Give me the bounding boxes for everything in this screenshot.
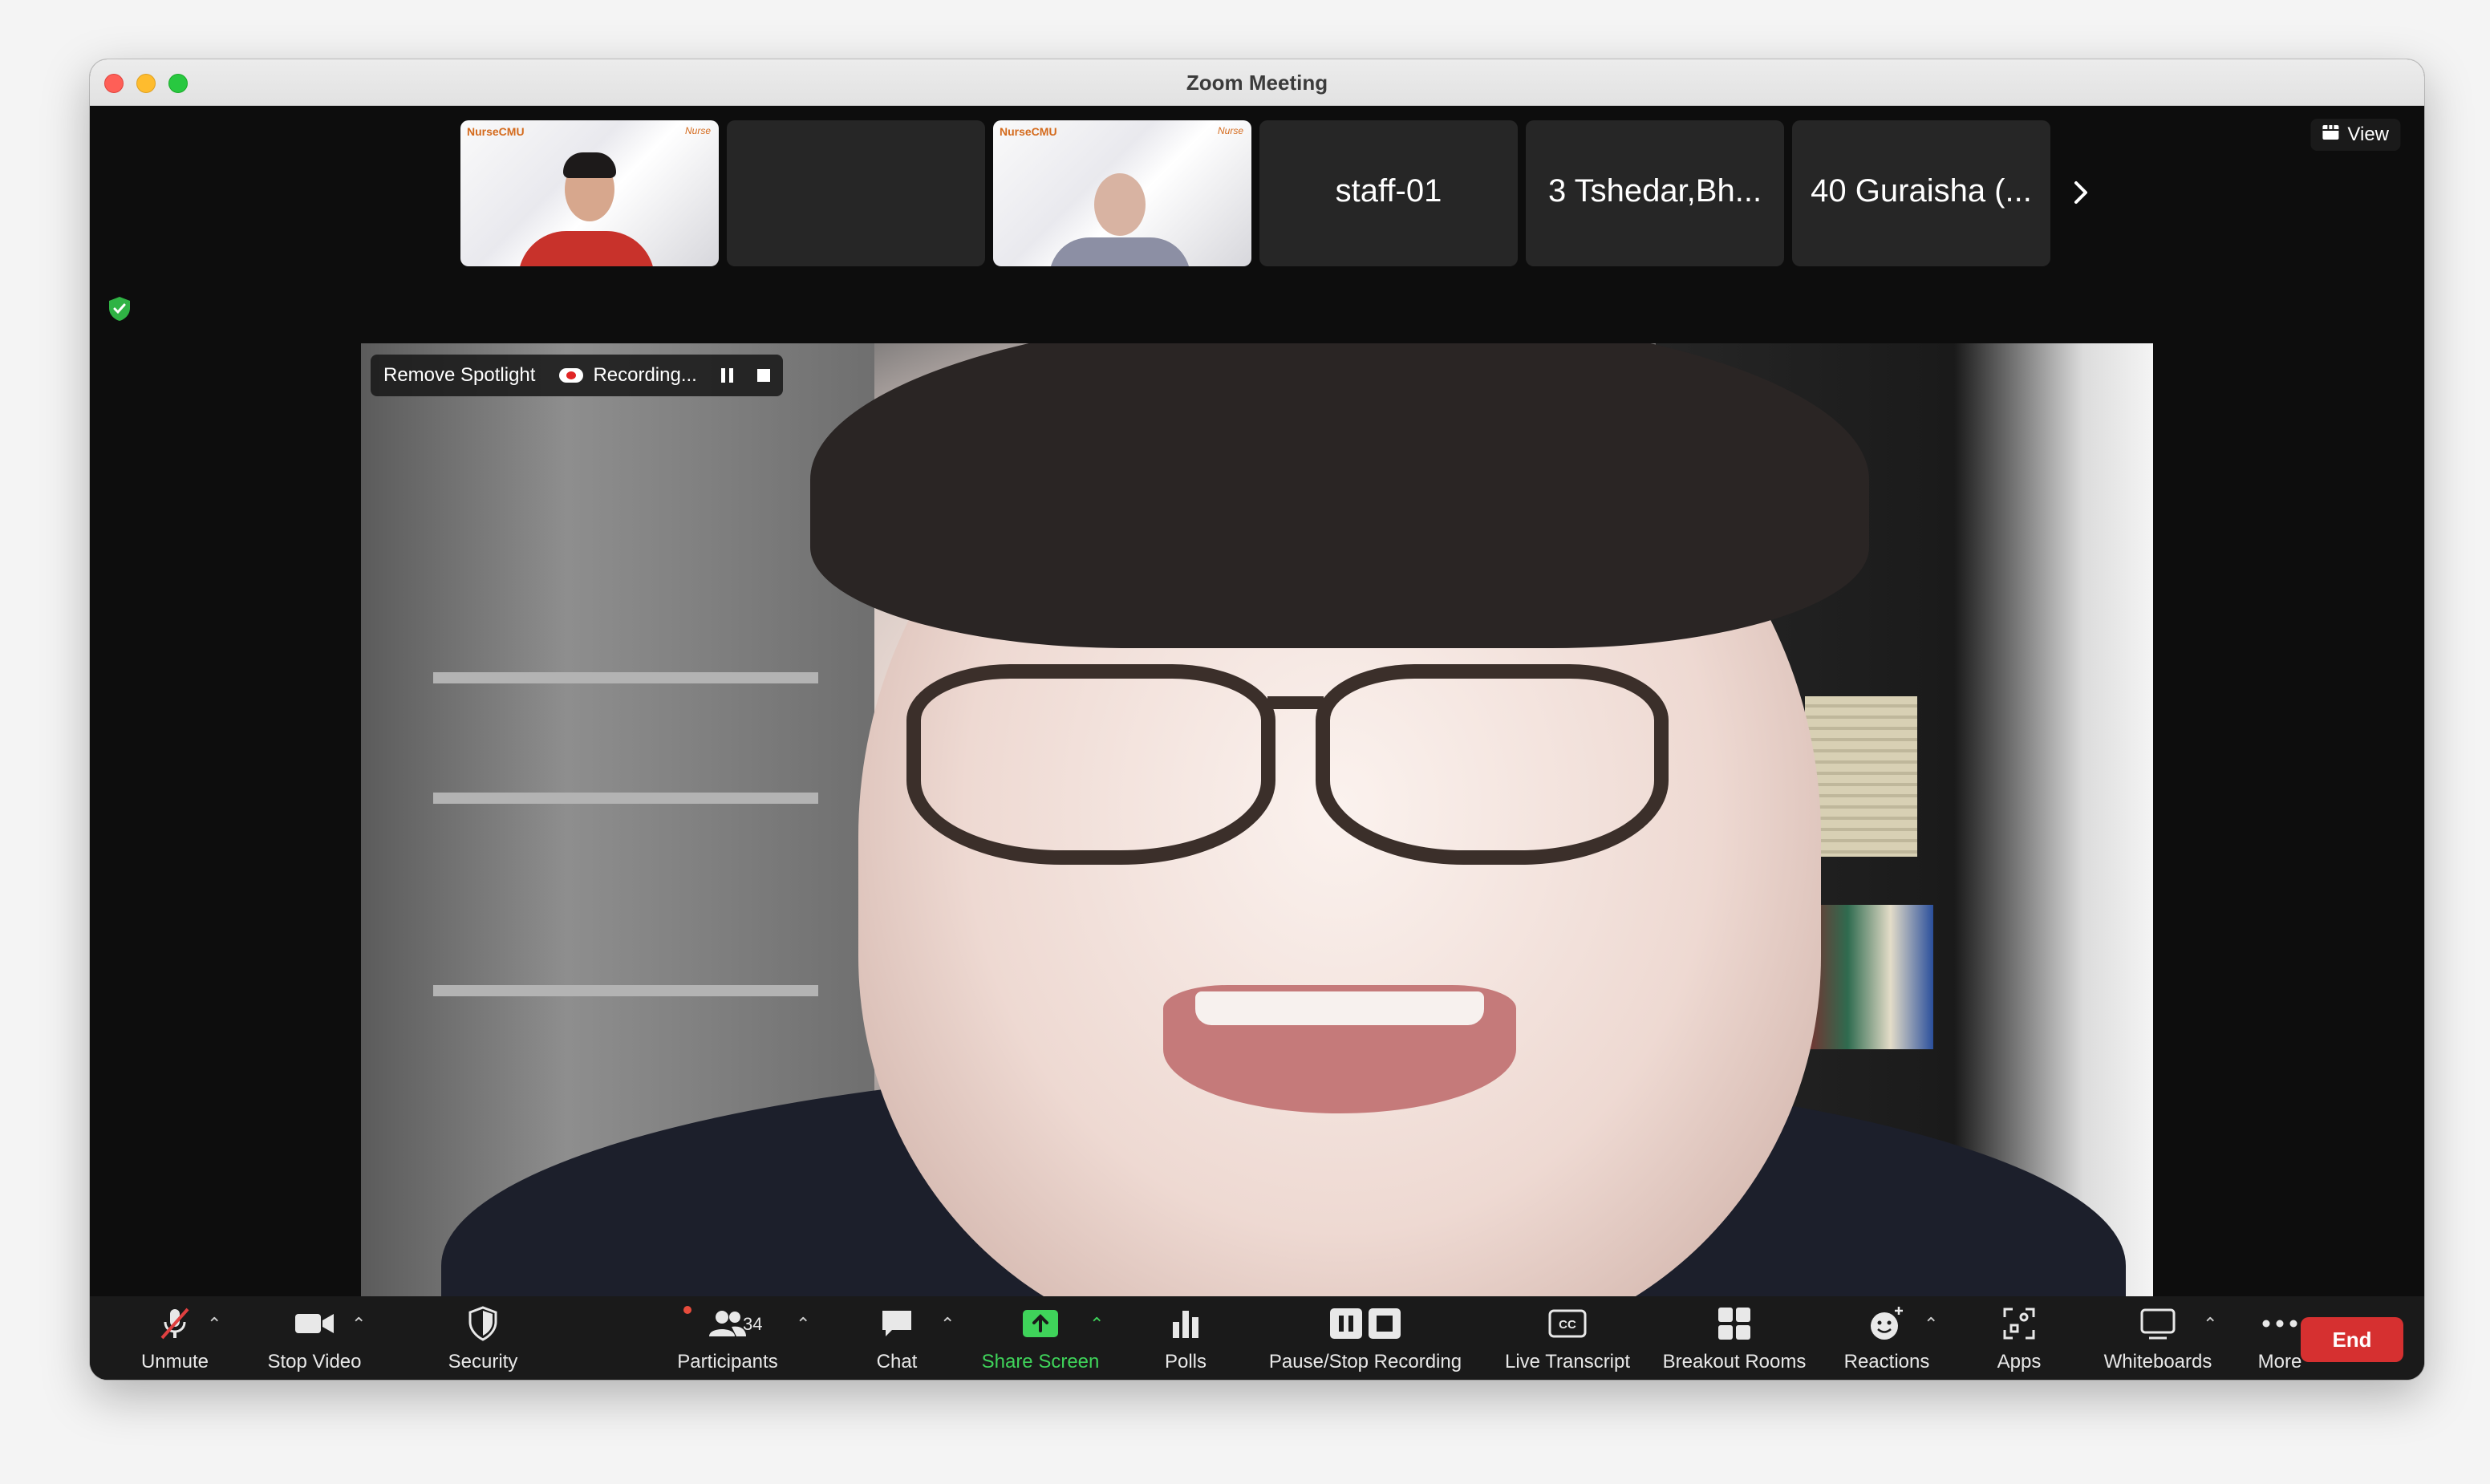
participant-name: 40 Guraisha (...: [1811, 173, 2032, 209]
share-screen-label: Share Screen: [981, 1351, 1100, 1372]
background-books: [1805, 696, 1917, 857]
stop-video-label: Stop Video: [267, 1351, 362, 1372]
participant-tile-3[interactable]: NurseCMU Nurse: [993, 120, 1251, 266]
security-button[interactable]: Security: [427, 1304, 539, 1373]
spotlight-video: [361, 343, 2153, 1352]
brand-logo-left: NurseCMU: [1000, 125, 1057, 138]
unmute-label: Unmute: [140, 1351, 209, 1372]
audio-options-caret[interactable]: ⌃: [207, 1314, 221, 1335]
security-label: Security: [448, 1351, 518, 1372]
pause-recording-icon[interactable]: [720, 368, 733, 383]
participant-tile-tshedar[interactable]: 3 Tshedar,Bh...: [1526, 120, 1784, 266]
share-screen-button[interactable]: Share Screen: [972, 1304, 1109, 1373]
chevron-right-icon[interactable]: [2065, 176, 2097, 209]
participant-body: [518, 231, 655, 266]
share-screen-icon: [1021, 1304, 1060, 1343]
security-shield-icon[interactable]: [106, 295, 133, 322]
grid-icon: [2322, 119, 2339, 151]
glasses-bridge: [1267, 696, 1324, 709]
participant-tile-2[interactable]: [727, 120, 985, 266]
live-transcript-button[interactable]: CC Live Transcript: [1487, 1304, 1648, 1373]
person-hair: [810, 343, 1869, 648]
closed-caption-icon: CC: [1548, 1304, 1587, 1343]
participants-count: 34: [743, 1314, 763, 1334]
meeting-stage: NurseCMU Nurse NurseCMU Nurse staff-01 3…: [90, 106, 2424, 1352]
recording-label: Recording...: [593, 364, 697, 386]
breakout-rooms-label: Breakout Rooms: [1662, 1351, 1807, 1372]
apps-button[interactable]: Apps: [1975, 1304, 2063, 1373]
pause-stop-recording-button[interactable]: Pause/Stop Recording: [1261, 1304, 1470, 1373]
polls-button[interactable]: Polls: [1138, 1304, 1234, 1373]
toolbar-body: Unmute ⌃ Stop Video ⌃ Security 34 Partic…: [90, 1296, 2424, 1380]
participant-body: [1049, 237, 1190, 266]
video-camera-icon: [294, 1304, 335, 1343]
background-shelf: [433, 793, 818, 804]
polls-bar-chart-icon: [1170, 1304, 1202, 1343]
participant-name: 3 Tshedar,Bh...: [1547, 173, 1762, 209]
spotlight-bar: Remove Spotlight Recording...: [371, 355, 783, 396]
chat-options-caret[interactable]: ⌃: [940, 1314, 955, 1335]
brand-logo-right: Nurse: [1217, 125, 1243, 136]
participant-name: staff-01: [1335, 173, 1442, 209]
notification-dot: [683, 1306, 691, 1314]
participant-head: [1094, 173, 1146, 236]
zoom-window: Zoom Meeting NurseCMU Nurse NurseCMU Nur…: [90, 59, 2424, 1380]
person-teeth: [1195, 991, 1484, 1025]
svg-text:CC: CC: [1559, 1318, 1576, 1332]
chat-label: Chat: [876, 1351, 918, 1372]
more-dots-icon: [2261, 1304, 2298, 1343]
security-shield-icon: [467, 1304, 499, 1343]
background-shelf: [433, 985, 818, 996]
share-options-caret[interactable]: ⌃: [1089, 1314, 1104, 1335]
smiley-plus-icon: [1868, 1304, 1905, 1343]
reactions-label: Reactions: [1843, 1351, 1930, 1372]
glasses-left-lens: [906, 664, 1275, 865]
polls-label: Polls: [1164, 1351, 1207, 1372]
participant-hair: [563, 152, 616, 178]
background-shelf: [433, 672, 818, 683]
participants-icon: 34: [683, 1304, 764, 1343]
glasses-right-lens: [1316, 664, 1669, 865]
end-meeting-button[interactable]: End: [2301, 1317, 2403, 1362]
breakout-rooms-grid-icon: [1717, 1304, 1752, 1343]
brand-logo-left: NurseCMU: [467, 125, 525, 138]
breakout-rooms-button[interactable]: Breakout Rooms: [1653, 1304, 1816, 1373]
whiteboards-label: Whiteboards: [2103, 1351, 2212, 1372]
stop-recording-icon[interactable]: [756, 369, 770, 382]
video-options-caret[interactable]: ⌃: [351, 1314, 366, 1335]
pause-stop-recording-label: Pause/Stop Recording: [1268, 1351, 1462, 1372]
remove-spotlight-button[interactable]: Remove Spotlight: [383, 364, 535, 387]
apps-icon: [2001, 1304, 2037, 1343]
recording-indicator: Recording...: [559, 364, 697, 387]
more-label: More: [2257, 1351, 2302, 1372]
apps-label: Apps: [1997, 1351, 2042, 1372]
live-transcript-label: Live Transcript: [1504, 1351, 1631, 1372]
participants-options-caret[interactable]: ⌃: [796, 1314, 810, 1335]
participant-tile-staff[interactable]: staff-01: [1259, 120, 1518, 266]
reactions-options-caret[interactable]: ⌃: [1924, 1314, 1938, 1335]
view-button[interactable]: View: [2310, 119, 2400, 151]
participants-button[interactable]: 34 Participants: [659, 1304, 796, 1373]
pause-stop-recording-icon: [1325, 1304, 1405, 1343]
microphone-muted-icon: [156, 1304, 194, 1343]
brand-logo-right: Nurse: [684, 125, 711, 136]
meeting-toolbar: Unmute ⌃ Stop Video ⌃ Security 34 Partic…: [90, 1296, 2424, 1380]
participant-tile-1[interactable]: NurseCMU Nurse: [460, 120, 719, 266]
view-label: View: [2347, 124, 2389, 145]
participants-label: Participants: [677, 1351, 778, 1372]
participant-tile-guraisha[interactable]: 40 Guraisha (...: [1792, 120, 2050, 266]
whiteboard-icon: [2139, 1304, 2176, 1343]
chat-bubble-icon: [879, 1304, 914, 1343]
cloud-recording-icon: [559, 368, 584, 383]
title-bar: Zoom Meeting: [90, 59, 2424, 106]
window-title: Zoom Meeting: [1186, 71, 1328, 95]
whiteboards-options-caret[interactable]: ⌃: [2203, 1314, 2217, 1335]
chat-button[interactable]: Chat: [849, 1304, 945, 1373]
